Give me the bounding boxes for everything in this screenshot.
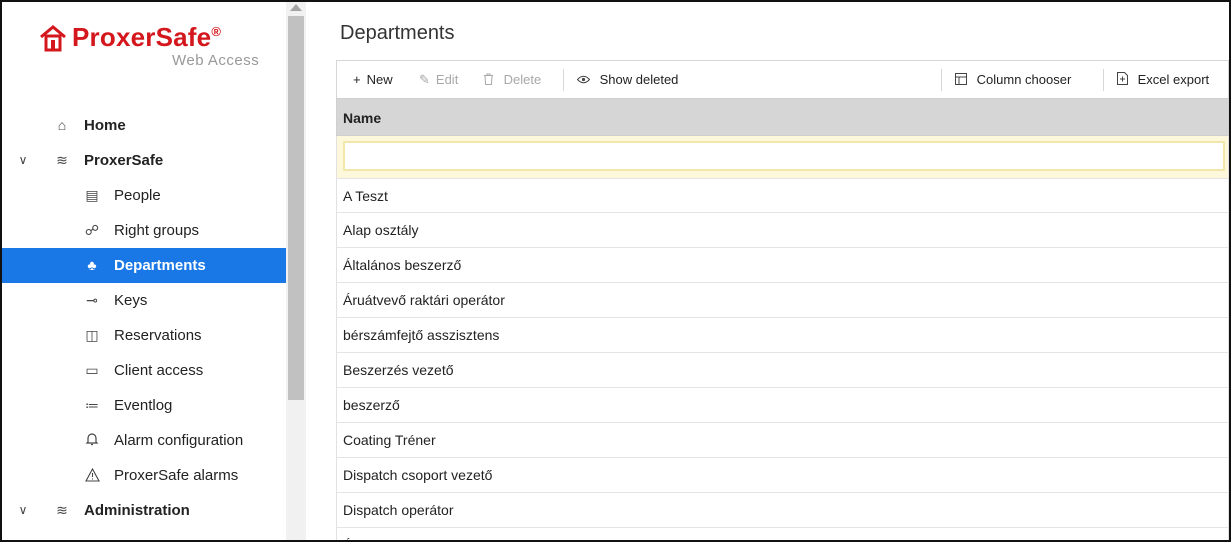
toolbar-divider [1103,69,1104,91]
main-content: Departments + New ✎ Edit Delete Show delet… [332,2,1229,540]
sidebar-nav: ⌂ Home ∨ ≋ ProxerSafe ▤ People ☍ Right g… [2,108,286,528]
eye-icon [576,72,594,87]
pencil-icon: ✎ [419,72,430,87]
book-icon: ◫ [85,327,99,343]
brand-subtitle: Web Access [172,52,260,69]
scrollbar-thumb[interactable] [288,16,304,400]
sidebar-item-proxersafe[interactable]: ∨ ≋ ProxerSafe [2,143,286,178]
logo: ProxerSafe® Web Access [38,22,282,82]
chevron-down-icon[interactable]: ∨ [16,493,30,528]
sidebar-item-client-access[interactable]: ▭ Client access [2,353,286,388]
scroll-up-arrow-icon[interactable] [290,4,302,11]
sidebar-item-label: Keys [114,292,148,309]
house-logo-icon [40,25,66,52]
column-header-name[interactable]: Name [343,99,381,137]
grid-toolbar: +New ✎Edit Delete Show deleted Column [336,60,1229,98]
toolbar-divider [563,69,564,91]
key-icon: ⊸ [86,292,98,308]
table-row[interactable]: Dispatch csoport vezető [336,458,1229,493]
brand-name: ProxerSafe® [72,22,222,52]
export-file-icon [1117,72,1132,87]
table-row[interactable]: Coating Tréner [336,423,1229,458]
table-row[interactable]: Általános beszerző [336,248,1229,283]
sidebar-item-label: Administration [84,502,190,519]
layers-icon: ≋ [56,152,68,168]
sidebar-item-departments[interactable]: ♣ Departments [2,248,286,283]
sidebar-item-reservations[interactable]: ◫ Reservations [2,318,286,353]
sidebar-scrollbar[interactable] [286,2,306,540]
grid-rows: A Teszt Alap osztály Általános beszerző … [336,178,1229,540]
table-row[interactable]: Áruátvevő raktári operátor [336,283,1229,318]
table-row[interactable]: Épület karbantartó [336,528,1229,540]
column-chooser-button[interactable]: Column chooser [955,61,1071,98]
name-filter-input[interactable] [343,141,1225,171]
warning-icon [82,458,102,493]
table-row[interactable]: Alap osztály [336,213,1229,248]
sidebar-item-eventlog[interactable]: ≔ Eventlog [2,388,286,423]
sidebar-item-home[interactable]: ⌂ Home [2,108,286,143]
table-row[interactable]: beszerző [336,388,1229,423]
filter-row [336,136,1229,178]
page-title: Departments [340,22,455,44]
list-icon: ≔ [85,397,99,413]
sidebar-item-label: ProxerSafe alarms [114,467,239,484]
sidebar-item-alarm-configuration[interactable]: Alarm configuration [2,423,286,458]
sitemap-icon: ♣ [87,257,97,273]
column-chooser-icon [955,72,971,87]
edit-button[interactable]: ✎ Edit [419,61,458,98]
grid-header: Name [336,98,1229,136]
group-icon: ☍ [84,222,100,238]
sidebar-item-label: Client access [114,362,204,379]
sidebar-item-label: Departments [114,257,206,274]
id-card-icon: ▤ [85,187,99,203]
sidebar: ProxerSafe® Web Access ⌂ Home ∨ ≋ Proxer… [2,2,288,540]
show-deleted-button[interactable]: Show deleted [576,61,678,98]
home-icon: ⌂ [57,117,67,133]
sidebar-item-label: ProxerSafe [84,152,164,169]
layers-icon: ≋ [56,502,68,518]
sidebar-item-label: Eventlog [114,397,173,414]
keyboard-icon: ▭ [85,362,99,378]
sidebar-item-label: Home [84,117,126,134]
table-row[interactable]: A Teszt [336,178,1229,213]
sidebar-item-right-groups[interactable]: ☍ Right groups [2,213,286,248]
chevron-down-icon[interactable]: ∨ [16,143,30,178]
table-row[interactable]: Beszerzés vezető [336,353,1229,388]
plus-icon: + [353,72,361,87]
table-row[interactable]: Dispatch operátor [336,493,1229,528]
bell-icon [82,423,102,458]
sidebar-item-label: Reservations [114,327,202,344]
sidebar-item-label: Alarm configuration [114,432,244,449]
sidebar-item-proxersafe-alarms[interactable]: ProxerSafe alarms [2,458,286,493]
delete-button[interactable]: Delete [483,61,541,98]
sidebar-item-keys[interactable]: ⊸ Keys [2,283,286,318]
table-row[interactable]: bérszámfejtő asszisztens [336,318,1229,353]
sidebar-item-people[interactable]: ▤ People [2,178,286,213]
trash-icon [483,72,498,87]
new-button[interactable]: + New [353,61,393,98]
sidebar-item-label: Right groups [114,222,200,239]
sidebar-item-label: People [114,187,161,204]
app-window: ProxerSafe® Web Access ⌂ Home ∨ ≋ Proxer… [0,0,1231,542]
toolbar-divider [941,69,942,91]
sidebar-item-administration[interactable]: ∨ ≋ Administration [2,493,286,528]
excel-export-button[interactable]: Excel export [1117,61,1209,98]
